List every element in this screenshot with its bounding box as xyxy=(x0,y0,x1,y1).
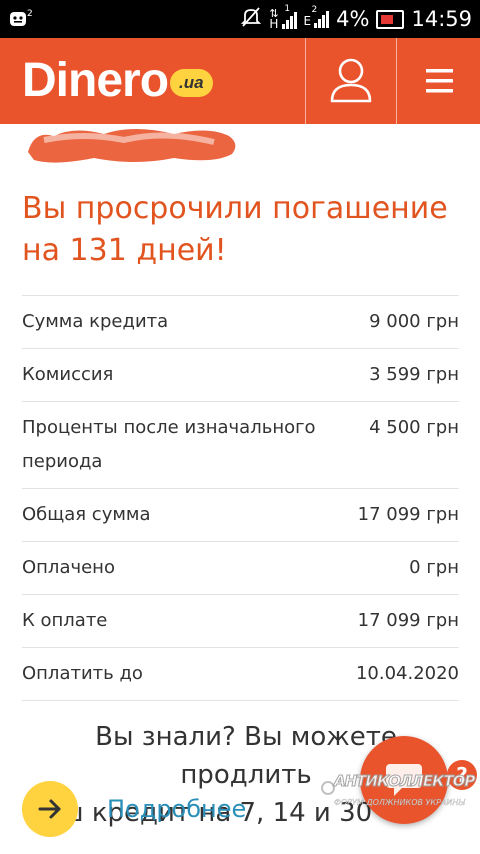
row-label: Оплачено xyxy=(22,557,115,578)
watermark-subtitle: ФОРУМ ДОЛЖНИКОВ УКРАИНЫ xyxy=(334,798,465,807)
status-bar: 2 ⇅ H 1 E 2 4% 14:59 xyxy=(0,0,480,38)
row-value: 4 500 грн xyxy=(369,417,459,438)
table-row: Оплатить до 10.04.2020 xyxy=(22,648,459,701)
arrow-right-icon xyxy=(38,799,61,819)
battery-percent: 4% xyxy=(336,7,370,31)
logo-text: Dinero xyxy=(22,54,169,107)
logo-tld-badge: .ua xyxy=(170,69,213,97)
table-row: Сумма кредита 9 000 грн xyxy=(22,296,459,349)
overdue-alert-text: Вы просрочили погашение на 131 дней! xyxy=(22,191,448,268)
row-value: 17 099 грн xyxy=(357,504,459,525)
profile-button[interactable] xyxy=(306,38,396,124)
row-value: 9 000 грн xyxy=(369,311,459,332)
loan-details-table: Сумма кредита 9 000 грн Комиссия 3 599 г… xyxy=(22,295,459,701)
row-label: Комиссия xyxy=(22,364,114,385)
row-label: Сумма кредита xyxy=(22,311,169,332)
table-row: Комиссия 3 599 грн xyxy=(22,349,459,402)
table-row: Проценты после изначального периода 4 50… xyxy=(22,402,459,489)
sim1-signal-icon: ⇅ H 1 xyxy=(269,4,297,30)
more-link[interactable]: Подробнее xyxy=(107,795,246,823)
row-label: Общая сумма xyxy=(22,504,151,525)
row-value: 10.04.2020 xyxy=(355,663,459,684)
row-label: К оплате xyxy=(22,610,108,631)
row-value: 0 грн xyxy=(409,557,459,578)
sim2-signal-icon: E 2 xyxy=(304,5,330,28)
table-row: К оплате 17 099 грн xyxy=(22,595,459,648)
app-header: Dinero .ua xyxy=(0,38,480,124)
watermark-title: АНТИКОЛЛЕКТОР xyxy=(333,772,475,791)
table-row: Оплачено 0 грн xyxy=(22,542,459,595)
forum-watermark: АНТИКОЛЛЕКТОР ФОРУМ ДОЛЖНИКОВ УКРАИНЫ xyxy=(320,772,476,814)
clock: 14:59 xyxy=(411,7,472,31)
row-value: 3 599 грн xyxy=(369,364,459,385)
battery-icon xyxy=(376,9,405,29)
dinero-logo[interactable]: Dinero .ua xyxy=(22,51,213,111)
notification-icon: 2 xyxy=(8,6,34,35)
user-icon xyxy=(330,58,372,103)
hamburger-menu-icon xyxy=(426,69,453,93)
menu-button[interactable] xyxy=(397,38,480,124)
more-arrow-button[interactable] xyxy=(22,781,78,837)
redacted-user-name xyxy=(24,122,242,166)
mute-icon xyxy=(240,6,262,32)
row-value: 17 099 грн xyxy=(357,610,459,631)
row-label: Оплатить до xyxy=(22,663,143,684)
table-row: Общая сумма 17 099 грн xyxy=(22,489,459,542)
row-label: Проценты после изначального периода xyxy=(22,417,316,472)
svg-text:2: 2 xyxy=(27,9,33,19)
